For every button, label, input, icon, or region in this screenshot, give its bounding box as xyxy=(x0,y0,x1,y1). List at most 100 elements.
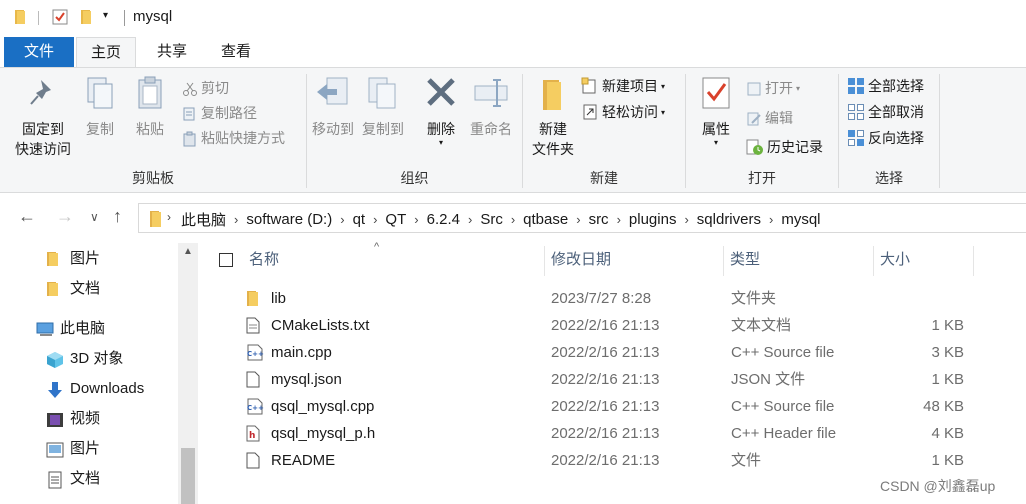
sidebar-scrollbar[interactable]: ▲ xyxy=(178,243,198,504)
folder-icon xyxy=(14,9,28,28)
column-header-date[interactable]: 修改日期 xyxy=(551,243,611,277)
new-folder-button[interactable]: 新建 文件夹 xyxy=(527,74,579,159)
file-size: 1 KB xyxy=(931,452,964,469)
file-row[interactable]: mysql.json 2022/2/16 21:13 JSON 文件 1 KB xyxy=(200,366,1026,393)
new-folder-label-line1: 新建 xyxy=(539,121,567,137)
sidebar-item-label: 文档 xyxy=(70,280,101,297)
address-bar[interactable]: › 此电脑 › software (D:) › qt › QT › 6.2.4 › Src… xyxy=(138,203,1026,233)
title-divider xyxy=(124,10,125,26)
breadcrumb-item[interactable]: 此电脑 xyxy=(181,209,226,230)
cut-button[interactable]: 剪切 xyxy=(182,76,229,100)
copy-icon xyxy=(87,77,113,109)
sidebar-item-label: 此电脑 xyxy=(60,320,106,337)
column-divider[interactable] xyxy=(873,246,874,276)
chevron-right-icon: › xyxy=(616,211,621,227)
up-arrow-icon[interactable]: ↑ xyxy=(113,206,122,227)
file-row[interactable]: lib 2023/7/27 8:28 文件夹 xyxy=(200,285,1026,312)
pin-label-line1: 固定到 xyxy=(22,121,64,137)
move-to-button[interactable]: 移动到 xyxy=(309,74,357,139)
pin-quick-access-button[interactable]: 固定到 快速访问 xyxy=(8,74,78,159)
breadcrumb-item[interactable]: qtbase xyxy=(523,211,568,228)
history-button[interactable]: 历史记录 xyxy=(746,135,823,159)
cpp-file-icon: C++ xyxy=(247,398,264,415)
easy-access-button[interactable]: 轻松访问 ▾ xyxy=(581,100,665,124)
copy-button[interactable]: 复制 xyxy=(80,74,120,139)
chevron-right-icon: › xyxy=(510,211,516,227)
copy-path-button[interactable]: 复制路径 xyxy=(182,101,257,125)
breadcrumb-item[interactable]: 6.2.4 xyxy=(427,211,460,228)
tab-share[interactable]: 共享 xyxy=(144,37,200,68)
forward-arrow-icon[interactable]: → xyxy=(56,206,74,227)
rename-button[interactable]: 重命名 xyxy=(465,74,517,139)
delete-label: 删除 xyxy=(427,121,455,137)
new-group: 新建 文件夹 新建项目 ▾ 轻松访问 ▾ 新建 xyxy=(523,68,685,192)
file-name: mysql.json xyxy=(271,371,342,388)
delete-button[interactable]: 删除 ▾ xyxy=(419,74,463,147)
customize-qa-icon[interactable]: ▾ xyxy=(103,10,108,21)
file-row[interactable]: README 2022/2/16 21:13 文件 1 KB xyxy=(200,447,1026,474)
scroll-up-icon[interactable]: ▲ xyxy=(183,246,193,257)
back-arrow-icon[interactable]: ← xyxy=(18,206,36,227)
edit-button[interactable]: 编辑 xyxy=(746,106,793,130)
invert-selection-label: 反向选择 xyxy=(868,130,924,146)
file-date: 2022/2/16 21:13 xyxy=(551,371,660,388)
new-folder-quick-icon[interactable] xyxy=(80,9,94,28)
properties-icon xyxy=(702,77,730,109)
tab-view[interactable]: 查看 xyxy=(208,37,264,68)
tab-home[interactable]: 主页 xyxy=(76,37,136,68)
history-icon xyxy=(746,139,763,155)
file-date: 2022/2/16 21:13 xyxy=(551,317,660,334)
file-row[interactable]: CMakeLists.txt 2022/2/16 21:13 文本文档 1 KB xyxy=(200,312,1026,339)
copy-to-button[interactable]: 复制到 xyxy=(359,74,407,139)
file-row[interactable]: C++ main.cpp 2022/2/16 21:13 C++ Source … xyxy=(200,339,1026,366)
new-item-button[interactable]: 新建项目 ▾ xyxy=(581,74,665,98)
svg-text:h: h xyxy=(249,431,255,441)
chevron-right-icon: › xyxy=(340,211,345,227)
breadcrumb-item[interactable]: Src xyxy=(480,211,503,228)
properties-check-icon[interactable] xyxy=(52,9,68,28)
chevron-right-icon: › xyxy=(576,211,581,227)
cpp-file-icon: C++ xyxy=(247,344,264,361)
easy-access-label: 轻松访问 xyxy=(602,104,658,120)
chevron-right-icon: › xyxy=(467,211,473,227)
paste-shortcut-button[interactable]: 粘贴快捷方式 xyxy=(182,126,285,150)
breadcrumb-item[interactable]: qt xyxy=(353,211,366,228)
scrollbar-thumb[interactable] xyxy=(181,448,195,504)
breadcrumb-item[interactable]: src xyxy=(589,211,609,228)
column-header-size[interactable]: 大小 xyxy=(880,243,910,277)
file-size: 3 KB xyxy=(931,344,964,361)
open-icon xyxy=(747,82,761,96)
select-all-button[interactable]: 全部选择 xyxy=(847,74,924,98)
open-group: 属性 ▾ 打开 ▾ 编辑 历史记录 打开 xyxy=(686,68,838,192)
sidebar-item-label: 视频 xyxy=(70,410,101,427)
file-date: 2022/2/16 21:13 xyxy=(551,344,660,361)
file-row[interactable]: C++ qsql_mysql.cpp 2022/2/16 21:13 C++ S… xyxy=(200,393,1026,420)
file-date: 2022/2/16 21:13 xyxy=(551,425,660,442)
breadcrumb-item[interactable]: software (D:) xyxy=(246,211,332,228)
file-row[interactable]: h qsql_mysql_p.h 2022/2/16 21:13 C++ Hea… xyxy=(200,420,1026,447)
properties-button[interactable]: 属性 ▾ xyxy=(692,74,740,147)
recent-locations-icon[interactable]: ∨ xyxy=(90,210,99,224)
select-none-button[interactable]: 全部取消 xyxy=(847,100,924,124)
breadcrumb-item[interactable]: sqldrivers xyxy=(697,211,761,228)
paste-button[interactable]: 粘贴 xyxy=(130,74,170,139)
breadcrumb-item[interactable]: QT xyxy=(385,211,406,228)
column-divider[interactable] xyxy=(723,246,724,276)
invert-selection-button[interactable]: 反向选择 xyxy=(847,126,924,150)
open-button[interactable]: 打开 ▾ xyxy=(746,76,800,100)
clipboard-group-label: 剪贴板 xyxy=(132,170,174,186)
chevron-down-icon: ▾ xyxy=(661,82,666,91)
column-divider[interactable] xyxy=(973,246,974,276)
select-all-checkbox[interactable] xyxy=(219,253,233,267)
chevron-right-icon: › xyxy=(167,210,171,224)
breadcrumb-item[interactable]: mysql xyxy=(781,211,820,228)
delete-x-icon xyxy=(427,78,455,106)
sidebar-item-label: Downloads xyxy=(70,380,145,397)
file-size: 1 KB xyxy=(931,317,964,334)
sidebar-item-label: 图片 xyxy=(70,250,101,267)
breadcrumb-item[interactable]: plugins xyxy=(629,211,677,228)
column-divider[interactable] xyxy=(544,246,545,276)
column-header-type[interactable]: 类型 xyxy=(730,243,760,277)
tab-file[interactable]: 文件 xyxy=(4,37,74,67)
column-header-name[interactable]: 名称 xyxy=(249,243,279,277)
